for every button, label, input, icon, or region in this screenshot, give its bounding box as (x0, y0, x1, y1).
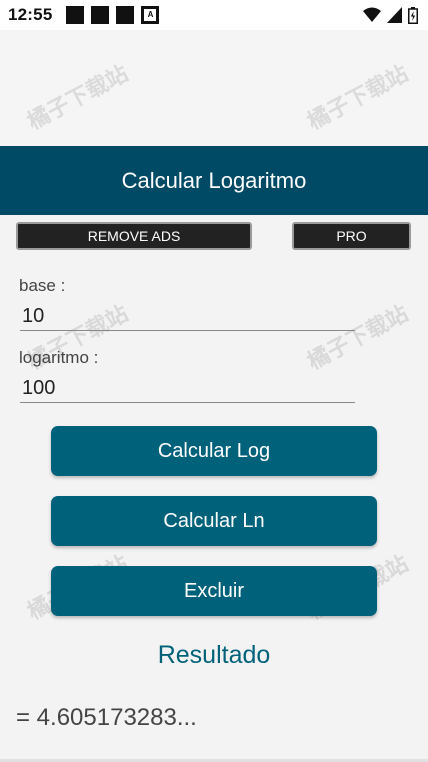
battery-icon (408, 6, 418, 24)
pro-button[interactable]: PRO (292, 222, 411, 250)
page-title: Calcular Logaritmo (121, 167, 307, 193)
notification-square-icon (116, 6, 135, 24)
result-title: Resultado (157, 641, 271, 669)
signal-icon (387, 7, 402, 23)
system-icons (363, 6, 418, 24)
remove-ads-button[interactable]: REMOVE ADS (16, 222, 252, 250)
ad-banner-area (0, 30, 428, 146)
status-time: 12:55 (8, 5, 53, 24)
logarithm-input[interactable]: 100 (20, 373, 355, 403)
app-notification-icon: A (141, 6, 160, 24)
app-title-bar: Calcular Logaritmo (0, 146, 428, 215)
status-bar: 12:55 A (0, 0, 428, 30)
notification-icons: A (66, 6, 160, 24)
wifi-icon (363, 7, 381, 22)
result-value: = 4.605173283... (16, 704, 197, 731)
calculate-ln-button[interactable]: Calcular Ln (51, 496, 377, 546)
base-label: base : (19, 276, 66, 295)
notification-square-icon (66, 6, 85, 24)
delete-button[interactable]: Excluir (51, 566, 377, 616)
base-input[interactable]: 10 (20, 301, 355, 331)
notification-square-icon (91, 6, 110, 24)
logarithm-label: logaritmo : (19, 348, 99, 367)
calculate-log-button[interactable]: Calcular Log (51, 426, 377, 476)
